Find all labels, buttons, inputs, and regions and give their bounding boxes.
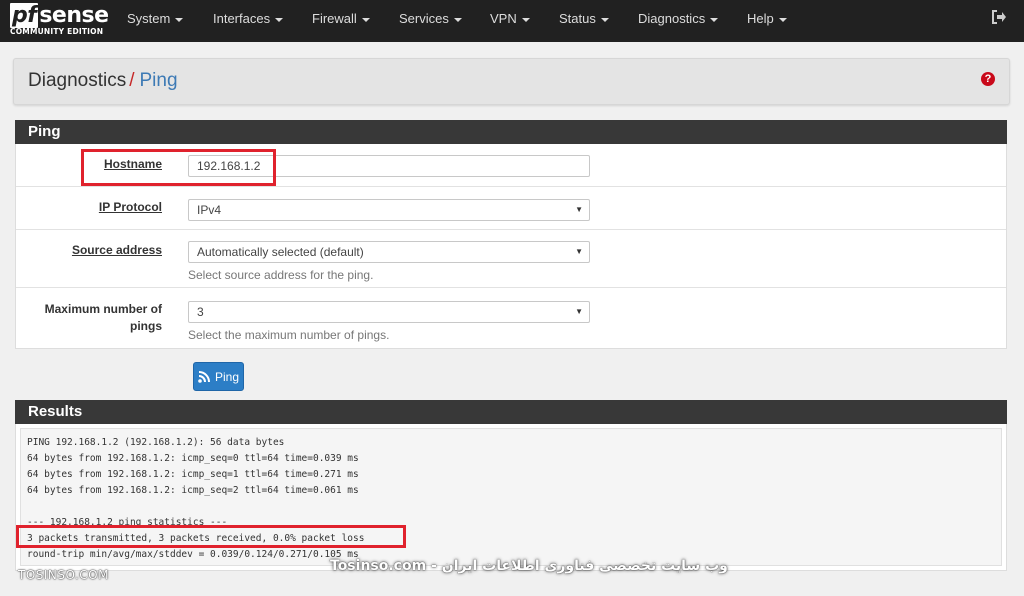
panel-title: Ping — [28, 123, 61, 140]
max-pings-label: Maximum number of pings — [45, 301, 162, 335]
rss-icon — [198, 371, 210, 383]
nav-label: Firewall — [312, 11, 357, 26]
help-icon[interactable]: ? — [981, 72, 995, 86]
breadcrumb-current[interactable]: Ping — [140, 70, 178, 91]
select-value: IPv4 — [197, 203, 222, 217]
caret-down-icon — [453, 17, 462, 22]
results-panel: PING 192.168.1.2 (192.168.1.2): 56 data … — [15, 424, 1007, 571]
output-line: 64 bytes from 192.168.1.2: icmp_seq=0 tt… — [27, 453, 359, 464]
watermark-center: Tosinso.com - وب سایت تخصصی فناوری اطلاع… — [330, 558, 728, 574]
select-arrow-icon: ▼ — [575, 205, 583, 214]
output-line: round-trip min/avg/max/stddev = 0.039/0.… — [27, 549, 359, 560]
source-address-hint: Select source address for the ping. — [188, 268, 374, 282]
source-address-select[interactable]: Automatically selected (default) ▼ — [188, 241, 590, 263]
output-line: PING 192.168.1.2 (192.168.1.2): 56 data … — [27, 437, 285, 448]
nav-vpn[interactable]: VPN — [490, 0, 530, 42]
max-pings-row: Maximum number of pings 3 ▼ Select the ma… — [16, 288, 1006, 347]
hostname-highlight — [81, 149, 276, 186]
logo-pf: pf — [10, 3, 39, 28]
nav-interfaces[interactable]: Interfaces — [213, 0, 284, 42]
results-panel-header: Results — [15, 400, 1007, 424]
max-pings-select[interactable]: 3 ▼ — [188, 301, 590, 323]
source-address-label: Source address — [71, 243, 162, 257]
breadcrumb-separator: / — [129, 70, 135, 91]
nav-label: Status — [559, 11, 596, 26]
panel-title: Results — [28, 403, 83, 420]
select-value: 3 — [197, 305, 204, 319]
nav-diagnostics[interactable]: Diagnostics — [638, 0, 719, 42]
nav-services[interactable]: Services — [399, 0, 462, 42]
packet-loss-highlight — [16, 525, 406, 548]
nav-label: Help — [747, 11, 774, 26]
watermark-left: TOSINSO.COM — [18, 568, 109, 582]
select-value: Automatically selected (default) — [197, 245, 364, 259]
nav-label: VPN — [490, 11, 517, 26]
select-arrow-icon: ▼ — [575, 307, 583, 316]
label-line: Maximum number of — [44, 302, 162, 316]
caret-down-icon — [275, 17, 284, 22]
output-line: 64 bytes from 192.168.1.2: icmp_seq=2 tt… — [27, 485, 359, 496]
caret-down-icon — [600, 17, 609, 22]
ip-protocol-label: IP Protocol — [98, 200, 162, 214]
max-pings-hint: Select the maximum number of pings. — [188, 328, 390, 342]
logout-icon[interactable] — [991, 10, 1007, 29]
caret-down-icon — [710, 17, 719, 22]
logo-edition: COMMUNITY EDITION — [10, 27, 104, 36]
caret-down-icon — [521, 17, 530, 22]
breadcrumb: Diagnostics / Ping ? — [13, 58, 1010, 105]
nav-system[interactable]: System — [127, 0, 184, 42]
output-line: 64 bytes from 192.168.1.2: icmp_seq=1 tt… — [27, 469, 359, 480]
nav-help[interactable]: Help — [747, 0, 787, 42]
breadcrumb-root[interactable]: Diagnostics — [28, 70, 126, 91]
select-arrow-icon: ▼ — [575, 247, 583, 256]
nav-firewall[interactable]: Firewall — [312, 0, 370, 42]
ip-protocol-select[interactable]: IPv4 ▼ — [188, 199, 590, 221]
label-line: pings — [130, 319, 162, 333]
caret-down-icon — [778, 17, 787, 22]
top-navbar: pf sense COMMUNITY EDITION System Interfa… — [0, 0, 1024, 42]
ping-panel-header: Ping — [15, 120, 1007, 144]
source-address-row: Source address Automatically selected (d… — [16, 230, 1006, 288]
nav-status[interactable]: Status — [559, 0, 609, 42]
caret-down-icon — [361, 17, 370, 22]
caret-down-icon — [175, 17, 184, 22]
ping-button[interactable]: Ping — [193, 362, 244, 391]
ip-protocol-row: IP Protocol IPv4 ▼ — [16, 187, 1006, 230]
ping-button-label: Ping — [214, 370, 240, 384]
nav-label: Services — [399, 11, 449, 26]
nav-label: Interfaces — [213, 11, 271, 26]
pfsense-logo[interactable]: pf sense COMMUNITY EDITION — [10, 3, 109, 36]
nav-label: Diagnostics — [638, 11, 706, 26]
nav-label: System — [127, 11, 171, 26]
logo-text: sense — [39, 3, 109, 28]
